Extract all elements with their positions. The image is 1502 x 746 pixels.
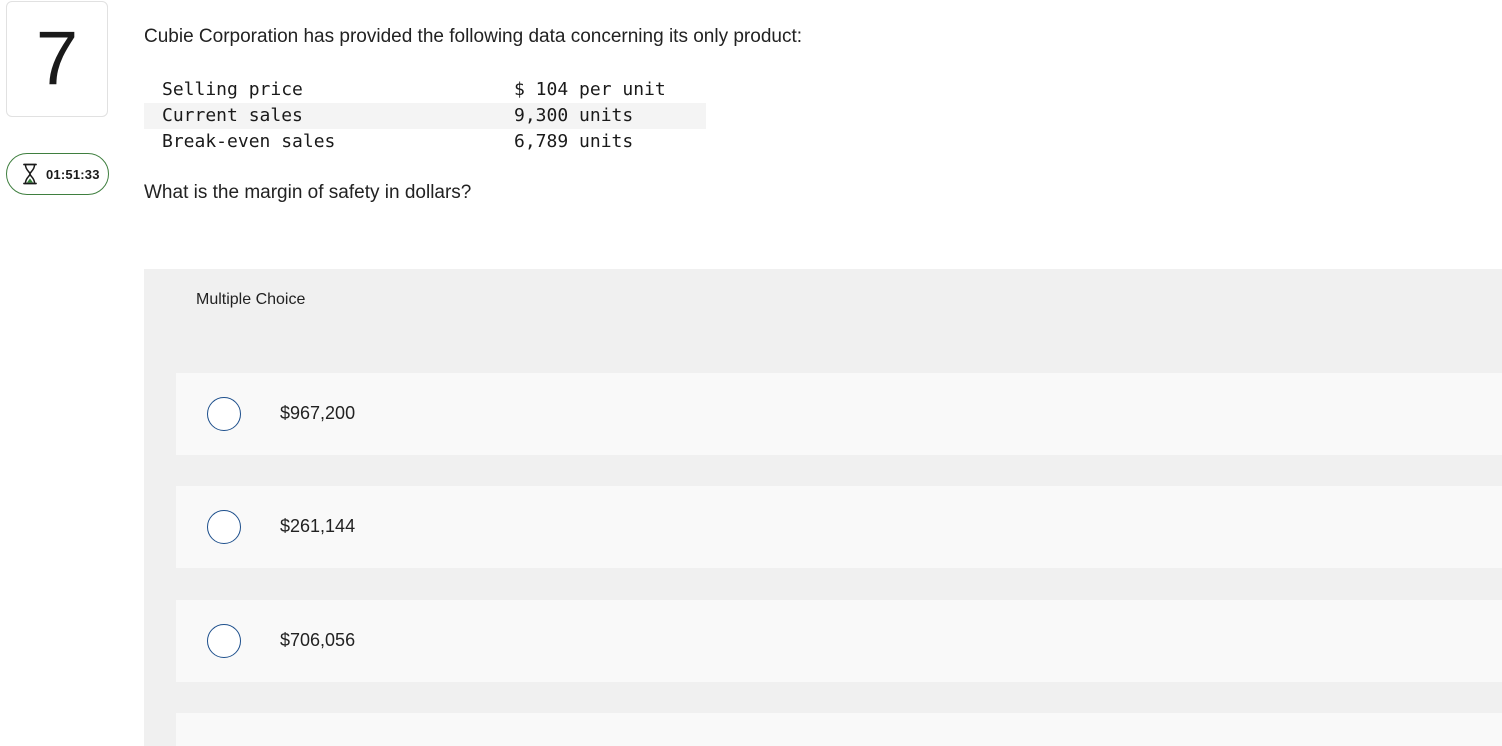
- table-row: Current sales 9,300 units: [144, 103, 706, 129]
- row-value: 9,300 units: [514, 103, 706, 129]
- radio-button[interactable]: [207, 510, 241, 544]
- table-row: Break-even sales 6,789 units: [144, 129, 706, 155]
- choice-label: $261,144: [280, 516, 356, 536]
- radio-button[interactable]: [207, 624, 241, 658]
- row-label: Selling price: [162, 79, 303, 100]
- row-label: Current sales: [144, 103, 514, 129]
- row-value: $ 104 per unit: [514, 79, 666, 100]
- question-number: 7: [35, 16, 79, 101]
- row-label: Break-even sales: [162, 131, 336, 152]
- multiple-choice-panel: Multiple Choice $967,200 $261,144 $706,0…: [144, 269, 1502, 746]
- question-number-box: 7: [6, 1, 108, 117]
- data-table: Selling price $ 104 per unit Current sal…: [144, 77, 706, 155]
- question-ask: What is the margin of safety in dollars?: [144, 182, 472, 203]
- choice-label: $967,200: [280, 403, 356, 423]
- hourglass-icon: [22, 163, 38, 185]
- row-value: 6,789 units: [514, 131, 634, 152]
- multiple-choice-header: Multiple Choice: [196, 291, 306, 308]
- question-page: 7 01:51:33 Cubie Corporation has provide…: [0, 0, 1502, 746]
- choice-label: $706,056: [280, 630, 356, 650]
- choice-option-d-partial[interactable]: [176, 713, 1502, 746]
- timer-text: 01:51:33: [46, 166, 100, 182]
- timer-badge[interactable]: 01:51:33: [6, 153, 109, 195]
- choice-option-a[interactable]: $967,200: [176, 373, 1502, 455]
- question-prompt: Cubie Corporation has provided the follo…: [144, 26, 803, 47]
- table-row: Selling price $ 104 per unit: [144, 77, 706, 103]
- radio-button[interactable]: [207, 397, 241, 431]
- choice-option-b[interactable]: $261,144: [176, 486, 1502, 568]
- choice-option-c[interactable]: $706,056: [176, 600, 1502, 682]
